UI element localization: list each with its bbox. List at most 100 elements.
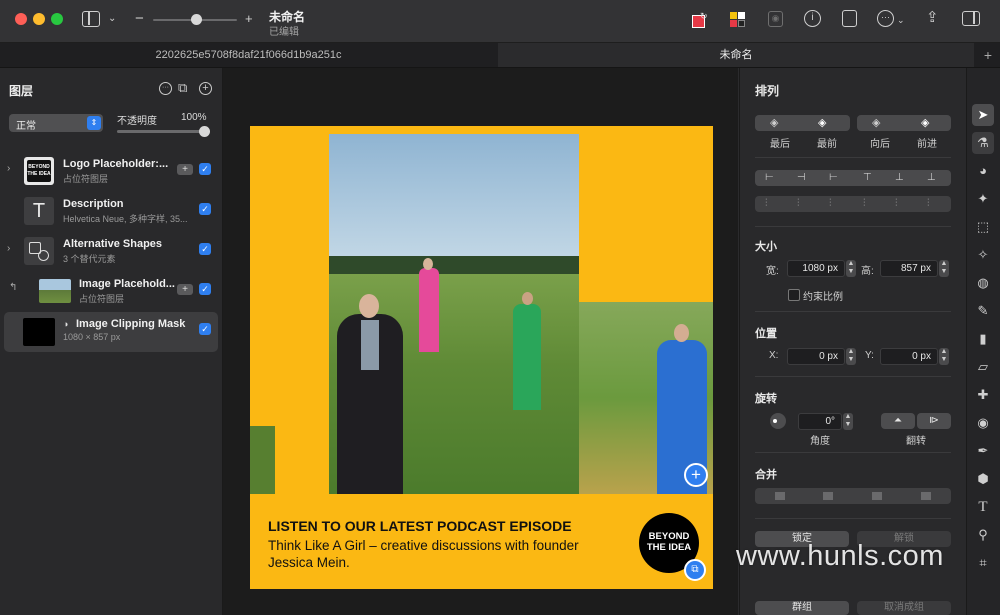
blend-mode-select[interactable]: 正常 ⇕ xyxy=(9,114,103,132)
minimize-window-button[interactable] xyxy=(33,13,45,25)
zoom-in-icon[interactable]: + xyxy=(245,11,253,27)
info-icon[interactable]: i xyxy=(804,10,821,27)
distribute-h-right-icon[interactable]: ⫶ xyxy=(829,196,832,212)
angle-stepper[interactable]: ▲ ▼ xyxy=(843,413,853,430)
constrain-checkbox[interactable] xyxy=(788,289,800,301)
flip-horizontal-button[interactable]: ⧐ xyxy=(917,413,951,429)
y-field[interactable]: 0 px xyxy=(880,348,938,365)
chevron-down-icon[interactable]: ⌄ xyxy=(897,12,905,28)
bring-forward-icon[interactable]: ◈ xyxy=(921,115,929,131)
tab-untitled[interactable]: 未命名 xyxy=(498,43,974,67)
distribute-h-icon[interactable]: ⫶ xyxy=(765,196,768,212)
share-icon[interactable]: ⇪ xyxy=(926,10,939,26)
chevron-down-icon[interactable]: ⌄ xyxy=(108,11,116,27)
magic-wand-tool-icon[interactable]: ✧ xyxy=(972,244,994,266)
flip-vertical-button[interactable]: ⏶ xyxy=(881,413,915,429)
distribute-buttons-row[interactable]: ⫶ ⫶ ⫶ ⫶ ⫶ ⫶ xyxy=(755,196,951,212)
brush-tool-icon[interactable]: ✎ xyxy=(972,300,994,322)
add-layer-icon[interactable]: + xyxy=(199,82,212,95)
group-button[interactable]: 群组 xyxy=(755,601,849,615)
align-center-icon[interactable]: ⊣ xyxy=(797,170,806,186)
sponge-tool-icon[interactable]: ◉ xyxy=(972,412,994,434)
distribute-v-center-icon[interactable]: ⫶ xyxy=(895,196,898,212)
visibility-checkbox[interactable]: ✓ xyxy=(199,203,211,215)
clone-tool-icon[interactable]: ✚ xyxy=(972,384,994,406)
exclude-icon[interactable] xyxy=(921,492,931,500)
ungroup-button[interactable]: 取消成组 xyxy=(857,601,951,615)
height-stepper[interactable]: ▲ ▼ xyxy=(939,260,949,277)
crop-tool-icon[interactable]: ⌗ xyxy=(972,552,994,574)
union-icon[interactable] xyxy=(775,492,785,500)
more-options-icon[interactable]: ··· xyxy=(159,82,172,95)
distribute-h-center-icon[interactable]: ⫶ xyxy=(797,196,800,212)
layers-stack-icon[interactable]: ⧉ xyxy=(178,80,187,96)
more-options-icon[interactable]: ··· xyxy=(877,10,894,27)
opacity-slider[interactable] xyxy=(117,126,210,137)
align-right-icon[interactable]: ⊢ xyxy=(829,170,838,186)
close-window-button[interactable] xyxy=(15,13,27,25)
chevron-right-icon[interactable]: › xyxy=(7,163,10,174)
align-middle-icon[interactable]: ⊥ xyxy=(895,170,904,186)
bring-to-front-icon[interactable]: ◈ xyxy=(818,115,826,131)
distribute-v-icon[interactable]: ⫶ xyxy=(863,196,866,212)
align-top-icon[interactable]: ⊤ xyxy=(863,170,872,186)
effects-star-tool-icon[interactable]: ✦ xyxy=(972,188,994,210)
layer-alternative-shapes[interactable]: › Alternative Shapes 3 个替代元素 ✓ xyxy=(0,232,222,272)
layer-image-clipping-mask[interactable]: ◑ Image Clipping Mask 1080 × 857 px ✓ xyxy=(4,312,218,352)
swatches-icon[interactable] xyxy=(730,12,746,28)
zoom-slider-knob[interactable] xyxy=(191,14,202,25)
align-left-icon[interactable]: ⊢ xyxy=(765,170,774,186)
visibility-checkbox[interactable]: ✓ xyxy=(199,283,211,295)
send-to-back-icon[interactable]: ◈ xyxy=(770,115,778,131)
x-stepper[interactable]: ▲ ▼ xyxy=(846,348,856,365)
opacity-slider-knob[interactable] xyxy=(199,126,210,137)
y-stepper[interactable]: ▲ ▼ xyxy=(939,348,949,365)
zoom-slider[interactable] xyxy=(153,14,237,25)
layer-description[interactable]: T Description Helvetica Neue, 多种字样, 35..… xyxy=(0,192,222,232)
shape-tool-icon[interactable]: ⬢ xyxy=(972,468,994,490)
align-buttons-row[interactable]: ⊢ ⊣ ⊢ ⊤ ⊥ ⊥ xyxy=(755,170,951,186)
swap-shape-icon[interactable]: ⧉ xyxy=(684,559,706,581)
width-stepper[interactable]: ▲ ▼ xyxy=(846,260,856,277)
contact-placeholder-icon[interactable]: ◉ xyxy=(768,11,783,27)
width-field[interactable]: 1080 px xyxy=(787,260,845,277)
body-text-line2[interactable]: Jessica Mein. xyxy=(268,555,350,570)
angle-field[interactable]: 0° xyxy=(798,413,842,430)
headline-text[interactable]: LISTEN TO OUR LATEST PODCAST EPISODE xyxy=(268,518,572,534)
layer-image-placeholder[interactable]: ↰ Image Placehold... 占位符图层 + ✓ xyxy=(0,272,222,312)
subtract-icon[interactable] xyxy=(823,492,833,500)
visibility-checkbox[interactable]: ✓ xyxy=(199,243,211,255)
intersect-icon[interactable] xyxy=(872,492,882,500)
distribute-v-bottom-icon[interactable]: ⫶ xyxy=(927,196,930,212)
paint-bucket-tool-icon[interactable]: ⚗ xyxy=(972,132,994,154)
paint-tool-icon[interactable]: ▮ xyxy=(972,328,994,350)
pen-tool-icon[interactable]: ✒ xyxy=(972,440,994,462)
height-field[interactable]: 857 px xyxy=(880,260,938,277)
color-adjust-tool-icon[interactable]: ◕ xyxy=(972,160,994,182)
text-tool-icon[interactable]: T xyxy=(972,496,994,518)
color-swap-icon[interactable]: ↻ xyxy=(692,11,708,28)
align-bottom-icon[interactable]: ⊥ xyxy=(927,170,936,186)
select-tool-icon[interactable]: ➤ xyxy=(972,104,994,126)
new-tab-button[interactable]: + xyxy=(976,43,1000,67)
combine-buttons-row[interactable] xyxy=(755,488,951,504)
zoom-out-icon[interactable]: − xyxy=(135,11,144,27)
retouch-tool-icon[interactable]: ◍ xyxy=(972,272,994,294)
body-text-line1[interactable]: Think Like A Girl – creative discussions… xyxy=(268,538,579,553)
send-backward-icon[interactable]: ◈ xyxy=(872,115,880,131)
marquee-tool-icon[interactable]: ⬚ xyxy=(972,216,994,238)
rotation-dial[interactable] xyxy=(770,413,786,429)
add-content-button[interactable]: + xyxy=(177,164,193,175)
add-image-button[interactable]: + xyxy=(684,463,708,487)
eraser-tool-icon[interactable]: ▱ xyxy=(972,356,994,378)
visibility-checkbox[interactable]: ✓ xyxy=(199,323,211,335)
x-field[interactable]: 0 px xyxy=(787,348,845,365)
layer-logo-placeholder[interactable]: › BEYOND THE IDEA Logo Placeholder:... 占… xyxy=(0,152,222,192)
sidebar-toggle-icon[interactable] xyxy=(82,11,100,27)
visibility-checkbox[interactable]: ✓ xyxy=(199,163,211,175)
zoom-window-button[interactable] xyxy=(51,13,63,25)
zoom-tool-icon[interactable]: ⚲ xyxy=(972,524,994,546)
tab-document-hash[interactable]: 2202625e5708f8daf21f066d1b9a251c xyxy=(0,43,497,67)
add-content-button[interactable]: + xyxy=(177,284,193,295)
rotate-page-icon[interactable] xyxy=(842,10,857,27)
